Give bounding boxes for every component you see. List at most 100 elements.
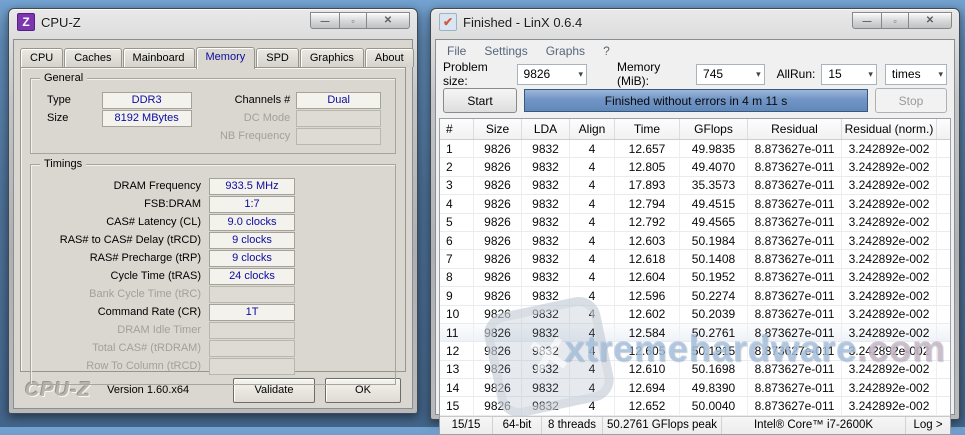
minimize-icon[interactable]: —: [852, 12, 882, 29]
stop-button: Stop: [875, 88, 947, 113]
cell: 9832: [522, 397, 570, 414]
cell-filler: [937, 361, 950, 378]
cell: 3.242892e-002: [842, 397, 937, 414]
menu-item-file[interactable]: File: [438, 42, 475, 60]
menu-item-settings[interactable]: Settings: [475, 42, 536, 60]
table-row[interactable]: 1198269832412.58450.27618.873627e-0113.2…: [440, 324, 950, 342]
tab-about[interactable]: About: [365, 48, 414, 67]
cell: 9826: [474, 324, 522, 341]
close-icon[interactable]: ✕: [908, 12, 952, 29]
cell: 12.602: [615, 306, 680, 323]
linx-titlebar[interactable]: ✔ Finished - LinX 0.6.4 — ▫ ✕: [431, 9, 959, 35]
table-row[interactable]: 798269832412.61850.14088.873627e-0113.24…: [440, 250, 950, 268]
maximize-icon[interactable]: ▫: [339, 12, 367, 29]
cell: 9826: [474, 306, 522, 323]
linx-window: ✔ Finished - LinX 0.6.4 — ▫ ✕ FileSettin…: [430, 8, 960, 420]
column-header-gflops[interactable]: GFlops: [680, 119, 748, 139]
column-header-time[interactable]: Time: [615, 119, 680, 139]
cell: 12: [440, 342, 474, 359]
table-row[interactable]: 698269832412.60350.19848.873627e-0113.24…: [440, 232, 950, 250]
tab-cpu[interactable]: CPU: [20, 48, 63, 67]
cell: 12.596: [615, 287, 680, 304]
tab-caches[interactable]: Caches: [64, 48, 121, 67]
menu-item-col[interactable]: ?: [594, 42, 619, 60]
column-header-size[interactable]: Size: [474, 119, 522, 139]
field-value: [296, 128, 381, 145]
cell: 12.603: [615, 232, 680, 249]
table-row[interactable]: 1298269832412.60550.19158.873627e-0113.2…: [440, 342, 950, 360]
run-units-select[interactable]: times ▾: [885, 64, 947, 85]
status-segment-2: 8 threads: [542, 417, 603, 434]
timing-row: FSB:DRAM1:7: [31, 195, 395, 213]
linx-run-controls: Start Finished without errors in 4 m 11 …: [436, 87, 954, 114]
general-legend: General: [40, 72, 87, 84]
start-button[interactable]: Start: [443, 88, 517, 113]
column-header-residual-norm[interactable]: Residual (norm.): [842, 119, 937, 139]
problem-size-select[interactable]: 9826 ▾: [517, 64, 587, 85]
tab-spd[interactable]: SPD: [256, 48, 299, 67]
general-row: NB Frequency: [31, 127, 395, 145]
table-row[interactable]: 1498269832412.69449.83908.873627e-0113.2…: [440, 379, 950, 397]
table-row[interactable]: 898269832412.60450.19528.873627e-0113.24…: [440, 269, 950, 287]
chevron-down-icon: ▾: [863, 69, 873, 80]
memory-select[interactable]: 745 ▾: [696, 64, 765, 85]
cell: 50.2039: [680, 306, 748, 323]
table-row[interactable]: 998269832412.59650.22748.873627e-0113.24…: [440, 287, 950, 305]
table-row[interactable]: 1098269832412.60250.20398.873627e-0113.2…: [440, 306, 950, 324]
cpuz-titlebar[interactable]: Z CPU-Z — ▫ ✕: [9, 9, 417, 35]
menu-item-graphs[interactable]: Graphs: [537, 42, 594, 60]
field-value: 1T: [209, 304, 295, 321]
cell: 9832: [522, 195, 570, 212]
cell: 7: [440, 250, 474, 267]
cell: 9832: [522, 361, 570, 378]
table-row[interactable]: 1598269832412.65250.00408.873627e-0113.2…: [440, 397, 950, 415]
column-header-col[interactable]: #: [440, 119, 474, 139]
cell: 8.873627e-011: [748, 342, 842, 359]
minimize-icon[interactable]: —: [310, 12, 340, 29]
general-row: TypeDDR3Channels #Dual: [31, 91, 395, 109]
field-label: Cycle Time (tRAS): [31, 270, 209, 282]
cell: 49.4515: [680, 195, 748, 212]
field-value: 9.0 clocks: [209, 214, 295, 231]
cell: 9832: [522, 214, 570, 231]
cell: 4: [570, 324, 615, 341]
cell: 3.242892e-002: [842, 324, 937, 341]
table-row[interactable]: 398269832417.89335.35738.873627e-0113.24…: [440, 177, 950, 195]
cell: 12.610: [615, 361, 680, 378]
cell: 9826: [474, 287, 522, 304]
tab-memory[interactable]: Memory: [196, 47, 256, 69]
close-icon[interactable]: ✕: [366, 12, 410, 29]
tab-graphics[interactable]: Graphics: [300, 48, 364, 67]
timing-row: Bank Cycle Time (tRC): [31, 285, 395, 303]
cell: 49.4565: [680, 214, 748, 231]
cell: 3.242892e-002: [842, 140, 937, 157]
table-row[interactable]: 598269832412.79249.45658.873627e-0113.24…: [440, 214, 950, 232]
column-header-residual[interactable]: Residual: [748, 119, 842, 139]
status-segment-5[interactable]: Log >: [906, 417, 950, 434]
cell: 13: [440, 361, 474, 378]
table-row[interactable]: 298269832412.80549.40708.873627e-0113.24…: [440, 158, 950, 176]
column-header-lda[interactable]: LDA: [522, 119, 570, 139]
table-row[interactable]: 498269832412.79449.45158.873627e-0113.24…: [440, 195, 950, 213]
run-units-value: times: [892, 67, 921, 81]
cell: 15: [440, 397, 474, 414]
maximize-icon[interactable]: ▫: [881, 12, 909, 29]
cell: 49.8390: [680, 379, 748, 396]
cell-filler: [937, 214, 950, 231]
table-row[interactable]: 198269832412.65749.98358.873627e-0113.24…: [440, 140, 950, 158]
tab-mainboard[interactable]: Mainboard: [123, 48, 195, 67]
table-row[interactable]: 1398269832412.61050.16988.873627e-0113.2…: [440, 361, 950, 379]
column-header-align[interactable]: Align: [570, 119, 615, 139]
field-value: 9 clocks: [209, 232, 295, 249]
cell: 8.873627e-011: [748, 177, 842, 194]
run-count-select[interactable]: 15 ▾: [821, 64, 877, 85]
timing-row: RAS# Precharge (tRP)9 clocks: [31, 249, 395, 267]
cell: 9832: [522, 306, 570, 323]
cell: 3.242892e-002: [842, 158, 937, 175]
cell: 50.0040: [680, 397, 748, 414]
cell: 3.242892e-002: [842, 177, 937, 194]
cell-filler: [937, 397, 950, 414]
cell: 50.1952: [680, 269, 748, 286]
memory-label: Memory (MiB):: [617, 60, 690, 88]
general-groupbox: General TypeDDR3Channels #DualSize8192 M…: [30, 78, 396, 154]
